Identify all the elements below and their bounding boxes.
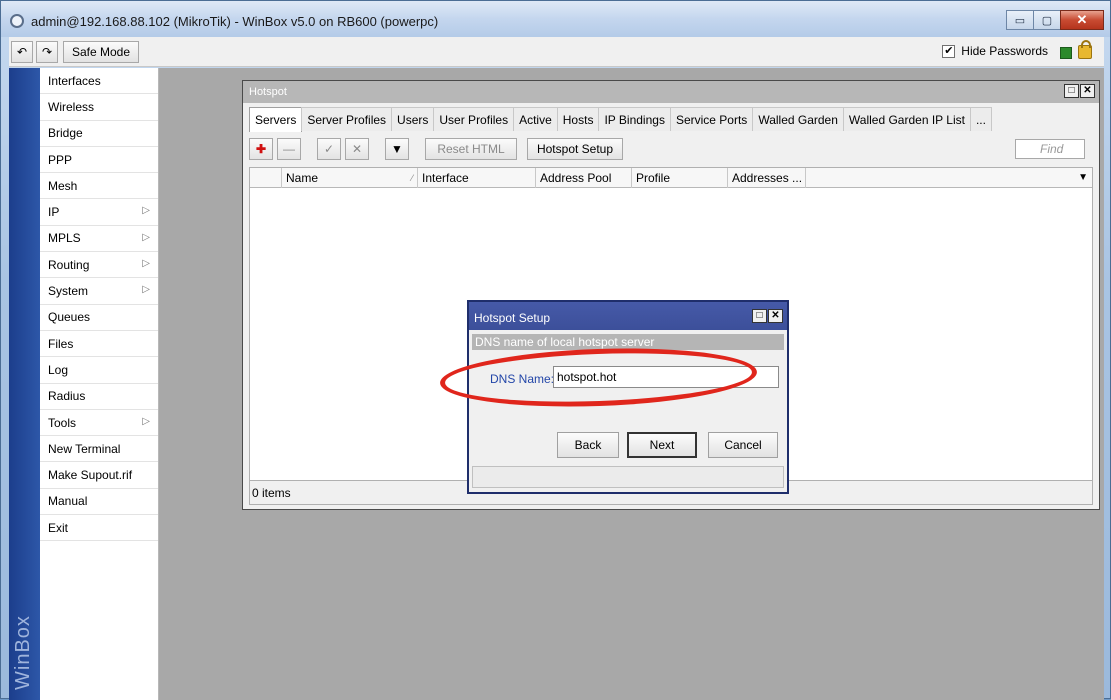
hotspot-close-button[interactable]: ✕ — [1080, 84, 1095, 98]
safe-mode-button[interactable]: Safe Mode — [63, 41, 139, 63]
sidebar-item-ip[interactable]: IP ▷ — [40, 199, 158, 226]
sidebar-item-tools[interactable]: Tools ▷ — [40, 410, 158, 437]
hotspot-title-bar[interactable]: Hotspot □ ✕ — [243, 81, 1099, 103]
sidebar-item-queues[interactable]: Queues — [40, 305, 158, 331]
sidebar-menu: Interfaces Wireless Bridge PPP Mesh IP ▷ … — [40, 68, 159, 700]
sidebar-item-log[interactable]: Log — [40, 357, 158, 384]
redo-icon: ↷ — [41, 45, 53, 59]
sidebar-item-exit[interactable]: Exit — [40, 515, 158, 542]
submenu-arrow-icon: ▷ — [142, 205, 150, 217]
hide-passwords-checkbox[interactable]: ✔ — [942, 44, 956, 58]
winbox-app-icon — [10, 14, 24, 28]
table-header: Name ⁄ Interface Address Pool Profile Add… — [250, 168, 1092, 188]
submenu-arrow-icon: ▷ — [142, 415, 150, 427]
column-header-select[interactable] — [250, 168, 282, 188]
filter-icon: ▼ — [391, 142, 403, 156]
hide-passwords-toggle[interactable]: ✔ Hide Passwords — [942, 44, 1048, 58]
sidebar-item-system[interactable]: System ▷ — [40, 278, 158, 305]
plus-icon: ✚ — [255, 142, 267, 156]
undo-icon: ↶ — [16, 45, 28, 59]
minimize-button[interactable]: ▭ — [1006, 10, 1034, 30]
remove-button[interactable]: — — [277, 138, 301, 160]
sidebar-item-bridge[interactable]: Bridge — [40, 121, 158, 147]
check-icon: ✓ — [323, 142, 335, 156]
sidebar-item-routing[interactable]: Routing ▷ — [40, 252, 158, 279]
hotspot-toolbar: ✚ — ✓ ✕ ▼ Reset HTML Hotspot Setup Find — [249, 136, 1093, 162]
sidebar-item-wireless[interactable]: Wireless — [40, 94, 158, 121]
tab-users[interactable]: Users — [391, 107, 435, 131]
setup-dialog-title-bar[interactable]: Hotspot Setup □ ✕ — [469, 302, 787, 330]
disable-button[interactable]: ✕ — [345, 138, 369, 160]
hotspot-setup-button[interactable]: Hotspot Setup — [527, 138, 623, 160]
tab-more[interactable]: ... — [969, 107, 992, 131]
enable-button[interactable]: ✓ — [317, 138, 341, 160]
maximize-button[interactable]: ▢ — [1033, 10, 1061, 30]
column-header-filler: ▼ — [806, 168, 1092, 188]
sidebar-item-new-terminal[interactable]: New Terminal — [40, 436, 158, 463]
sort-icon: ⁄ — [411, 173, 413, 183]
setup-close-button[interactable]: ✕ — [768, 309, 783, 323]
redo-button[interactable]: ↷ — [36, 41, 58, 63]
setup-restore-button[interactable]: □ — [752, 309, 767, 323]
hide-passwords-label: Hide Passwords — [961, 44, 1048, 58]
tab-user-profiles[interactable]: User Profiles — [433, 107, 515, 131]
tab-server-profiles[interactable]: Server Profiles — [301, 107, 393, 131]
next-button[interactable]: Next — [627, 432, 697, 458]
reset-html-button[interactable]: Reset HTML — [425, 138, 517, 160]
close-button[interactable]: ✕ — [1060, 10, 1104, 30]
main-toolbar: ↶ ↷ Safe Mode ✔ Hide Passwords — [9, 37, 1104, 67]
sidebar-item-make-supout[interactable]: Make Supout.rif — [40, 462, 158, 489]
tab-service-ports[interactable]: Service Ports — [669, 107, 754, 131]
hotspot-restore-button[interactable]: □ — [1064, 84, 1079, 98]
undo-button[interactable]: ↶ — [11, 41, 33, 63]
tab-ip-bindings[interactable]: IP Bindings — [598, 107, 671, 131]
column-header-address-pool[interactable]: Address Pool — [536, 168, 632, 188]
sidebar-item-mesh[interactable]: Mesh — [40, 173, 158, 200]
tab-hosts[interactable]: Hosts — [556, 107, 600, 131]
cancel-button[interactable]: Cancel — [708, 432, 778, 458]
find-input[interactable]: Find — [1015, 139, 1085, 159]
tab-active[interactable]: Active — [513, 107, 558, 131]
column-header-interface[interactable]: Interface — [418, 168, 536, 188]
winbox-brand-text: WinBox — [12, 615, 34, 690]
submenu-arrow-icon: ▷ — [142, 284, 150, 296]
tab-walled-garden[interactable]: Walled Garden — [752, 107, 844, 131]
tab-walled-garden-ip-list[interactable]: Walled Garden IP List — [842, 107, 971, 131]
back-button[interactable]: Back — [557, 432, 619, 458]
submenu-arrow-icon: ▷ — [142, 231, 150, 243]
column-header-addresses[interactable]: Addresses ... — [728, 168, 806, 188]
submenu-arrow-icon: ▷ — [142, 258, 150, 270]
cross-icon: ✕ — [351, 142, 363, 156]
setup-status-bar — [472, 466, 784, 488]
setup-dialog-title: Hotspot Setup — [474, 311, 551, 325]
status-square-icon — [1060, 47, 1072, 59]
column-header-profile[interactable]: Profile — [632, 168, 728, 188]
sidebar-item-ppp[interactable]: PPP — [40, 147, 158, 174]
winbox-brand: WinBox — [9, 580, 40, 690]
hotspot-title: Hotspot — [249, 86, 287, 98]
minus-icon: — — [283, 142, 295, 156]
hotspot-tabs: Servers Server Profiles Users User Profi… — [249, 107, 992, 132]
lock-icon — [1078, 40, 1092, 59]
sidebar-item-files[interactable]: Files — [40, 331, 158, 358]
sidebar-item-manual[interactable]: Manual — [40, 489, 158, 516]
filter-button[interactable]: ▼ — [385, 138, 409, 160]
column-chooser-icon[interactable]: ▼ — [1078, 172, 1088, 183]
sidebar-item-interfaces[interactable]: Interfaces — [40, 68, 158, 95]
tab-servers[interactable]: Servers — [249, 107, 303, 132]
add-button[interactable]: ✚ — [249, 138, 273, 160]
title-bar[interactable]: admin@192.168.88.102 (MikroTik) - WinBox… — [1, 1, 1110, 37]
sidebar-item-radius[interactable]: Radius — [40, 384, 158, 410]
window-title: admin@192.168.88.102 (MikroTik) - WinBox… — [31, 14, 439, 29]
column-header-name[interactable]: Name ⁄ — [282, 168, 418, 188]
sidebar-item-mpls[interactable]: MPLS ▷ — [40, 226, 158, 253]
